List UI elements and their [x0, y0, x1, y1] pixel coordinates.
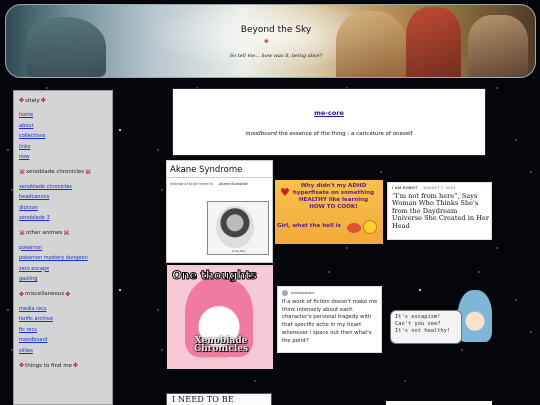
page-title: me-core — [314, 109, 344, 117]
moodboard-image-escapism[interactable]: It's escapism! Can't you see? It's not h… — [386, 288, 494, 348]
sidebar-link-gaoling[interactable]: gaoling — [19, 274, 107, 285]
sidebar-heading-find-me: ✤ things to find me ✤ — [19, 362, 79, 369]
sidebar-link-zero-escape[interactable]: zero escape — [19, 264, 107, 275]
sidebar-heading-sitely: ✤ sitely ✤ — [19, 97, 46, 104]
wing-icon: ❀ — [264, 38, 270, 45]
avatar — [282, 290, 288, 296]
sidebar-link-now[interactable]: now — [19, 152, 107, 163]
anime-character-art — [458, 290, 492, 342]
moodboard-image-violent[interactable]: I NEED TO BE VIOLENT — [166, 393, 272, 405]
sidebar-link-home[interactable]: home — [19, 110, 107, 121]
sidebar-link-about[interactable]: about — [19, 121, 107, 132]
sidebar-link-xenoblade-chronicles[interactable]: xenoblade chronicles — [19, 182, 107, 193]
meme-text-bottom: Girl, what the hell is — [277, 223, 342, 229]
post-author: hallowedsoul — [282, 290, 314, 296]
sidebar-link-sillies[interactable]: sillies — [19, 346, 107, 357]
site-subtitle: So tell me... how was it, being alive? — [229, 53, 323, 59]
post-title: Akane Syndrome — [170, 165, 243, 175]
page-description: moodboard the essence of the thing : a c… — [245, 131, 413, 137]
banner-character-art — [26, 17, 106, 77]
meme-photo: Lmly this — [207, 201, 269, 255]
intro-box: me-core moodboard the essence of the thi… — [172, 88, 486, 156]
post-caption: instead of brain there is Akane Kurashiki — [170, 182, 248, 186]
flower-icon: ✤ — [19, 290, 25, 298]
heart-emoji-icon: ♥ — [280, 186, 290, 199]
sidebar-heading-other-animes: ⌘ other animes ⌘ — [19, 229, 70, 237]
moodboard-image-article[interactable]: I AM ROBOT AUGUST 7, 2023 “I'm not from h… — [387, 182, 492, 240]
banner-character-art — [406, 7, 461, 77]
sidebar-link-fic-recs[interactable]: fic recs — [19, 325, 107, 336]
flower-icon: ✤ — [19, 97, 25, 104]
site-title: Beyond the Sky — [240, 25, 312, 35]
food-emoji-icon — [347, 223, 361, 233]
sidebar-link-media-recs[interactable]: media recs — [19, 304, 107, 315]
sidebar-link-xenoblade-3[interactable]: xenoblade 3 — [19, 213, 107, 224]
sidebar-link-headcanons[interactable]: headcanons — [19, 192, 107, 203]
moodboard-image-quote[interactable]: hallowedsoul If a work of fiction doesn'… — [277, 286, 382, 353]
monado-icon: ⌘ — [19, 229, 25, 237]
moodboard-image-one-thoughts[interactable]: One thoughts Xenoblade Chronicles Defini… — [167, 265, 273, 369]
divider — [167, 177, 272, 178]
xenoblade-logo-subtitle: Definitive Edition — [197, 356, 228, 360]
sidebar-link-moodboard[interactable]: moodboard — [19, 335, 107, 346]
flower-icon: ✤ — [65, 290, 71, 298]
monado-icon: ⌘ — [85, 168, 92, 176]
flower-icon: ✤ — [40, 97, 46, 104]
flower-icon: ✤ — [73, 362, 79, 369]
sidebar-link-dickson[interactable]: dickson — [19, 203, 107, 214]
moodboard-image-adhd-meme[interactable]: ♥ Why didn't my ADHD hyperfixate on some… — [275, 180, 383, 244]
sidebar-nav: ✤ sitely ✤ home about collections links … — [13, 90, 113, 405]
sidebar-link-fanfic-archive[interactable]: fanfic archive — [19, 314, 107, 325]
meme-title: One thoughts — [172, 268, 258, 283]
monado-icon: ⌘ — [19, 168, 25, 176]
photo-label: Lmly this — [232, 249, 246, 253]
quote-text: If a work of fiction doesn't make me thi… — [282, 299, 378, 344]
character-portrait — [216, 206, 254, 248]
banner-character-art — [468, 15, 528, 77]
flower-icon: ✤ — [19, 362, 25, 369]
header-banner: Beyond the Sky ❀ So tell me... how was i… — [5, 4, 536, 78]
sidebar-link-pokemon[interactable]: pokemon — [19, 243, 107, 254]
smiley-emoji-icon — [363, 220, 377, 234]
meme-text-top: Why didn't my ADHD hyperfixate on someth… — [292, 183, 375, 210]
sidebar-link-collections[interactable]: collections — [19, 131, 107, 142]
article-meta: I AM ROBOT AUGUST 7, 2023 — [392, 186, 456, 190]
banner-character-art — [336, 11, 406, 77]
sidebar-heading-miscellaneous: ✤ miscellaneous ✤ — [19, 290, 71, 298]
sidebar-link-links[interactable]: links — [19, 142, 107, 153]
meme-title: I NEED TO BE VIOLENT — [172, 395, 234, 405]
sidebar-link-pokemon-mystery-dungeon[interactable]: pokemon mystery dungeon — [19, 253, 107, 264]
monado-icon: ⌘ — [63, 229, 70, 237]
moodboard-image-akane-syndrome[interactable]: Akane Syndrome instead of brain there is… — [166, 160, 273, 263]
article-headline: “I'm not from here”, Says Woman Who Thin… — [392, 192, 489, 230]
moodboard-image-partial[interactable] — [386, 401, 492, 405]
xenoblade-logo: Xenoblade Chronicles — [193, 336, 249, 354]
sidebar-heading-xenoblade: ⌘ xenoblade chronicles ⌘ — [19, 168, 92, 176]
speech-bubble: It's escapism! Can't you see? It's not h… — [390, 310, 462, 344]
